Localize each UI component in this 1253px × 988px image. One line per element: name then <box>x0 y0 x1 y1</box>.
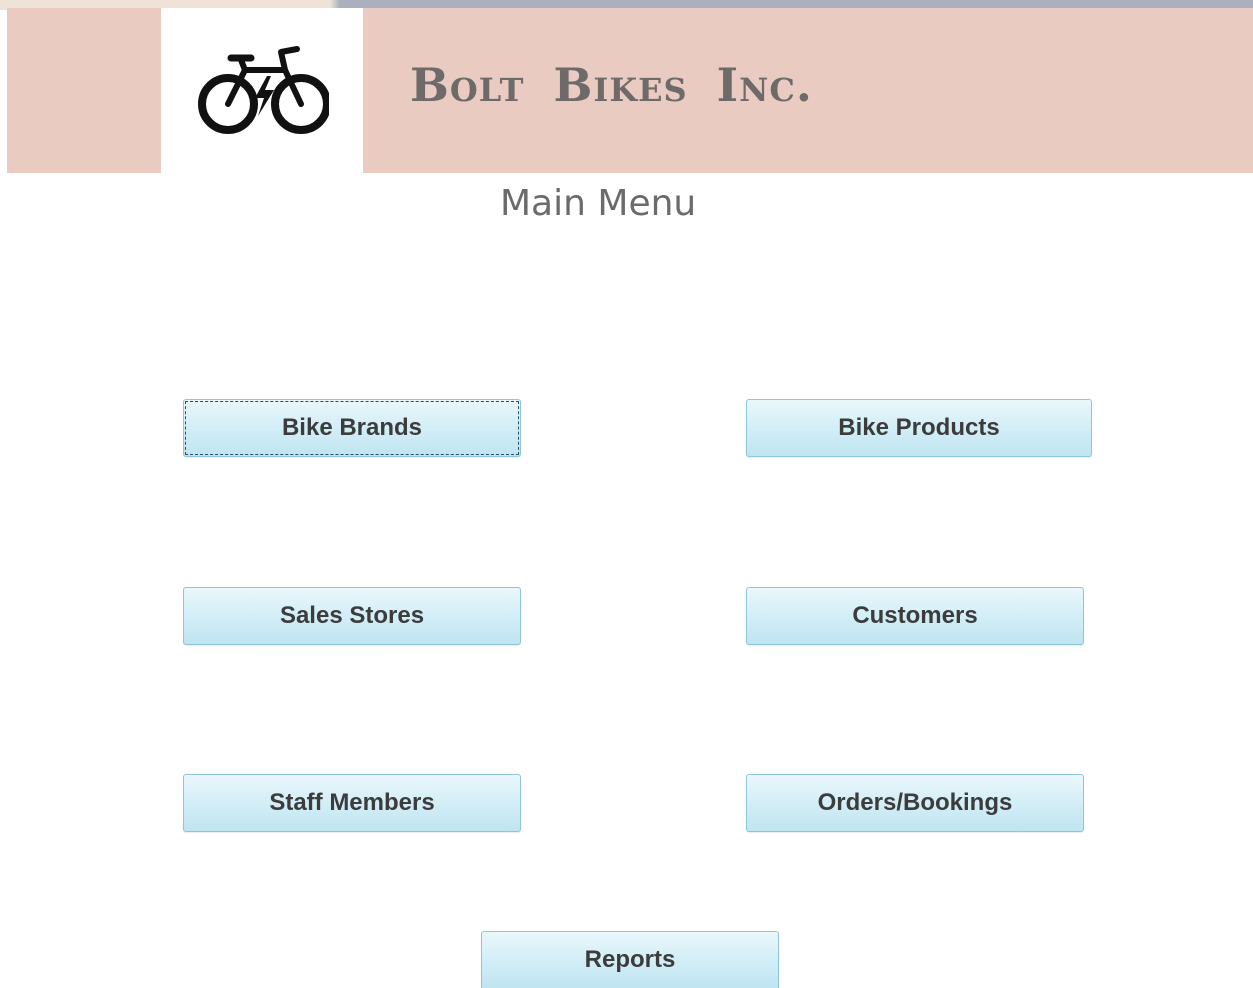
reports-button[interactable]: Reports <box>481 931 779 988</box>
logo <box>161 8 363 173</box>
page-title: Main Menu <box>500 183 697 224</box>
main-menu-form: Bolt Bikes Inc. Main Menu Bike Brands Bi… <box>0 0 1253 988</box>
sales-stores-button[interactable]: Sales Stores <box>183 587 521 645</box>
staff-members-button[interactable]: Staff Members <box>183 774 521 832</box>
bike-products-button[interactable]: Bike Products <box>746 399 1092 457</box>
company-name: Bolt Bikes Inc. <box>410 58 813 112</box>
bike-brands-button[interactable]: Bike Brands <box>183 399 521 457</box>
orders-bookings-button[interactable]: Orders/Bookings <box>746 774 1084 832</box>
electric-bicycle-icon <box>198 46 329 134</box>
customers-button[interactable]: Customers <box>746 587 1084 645</box>
